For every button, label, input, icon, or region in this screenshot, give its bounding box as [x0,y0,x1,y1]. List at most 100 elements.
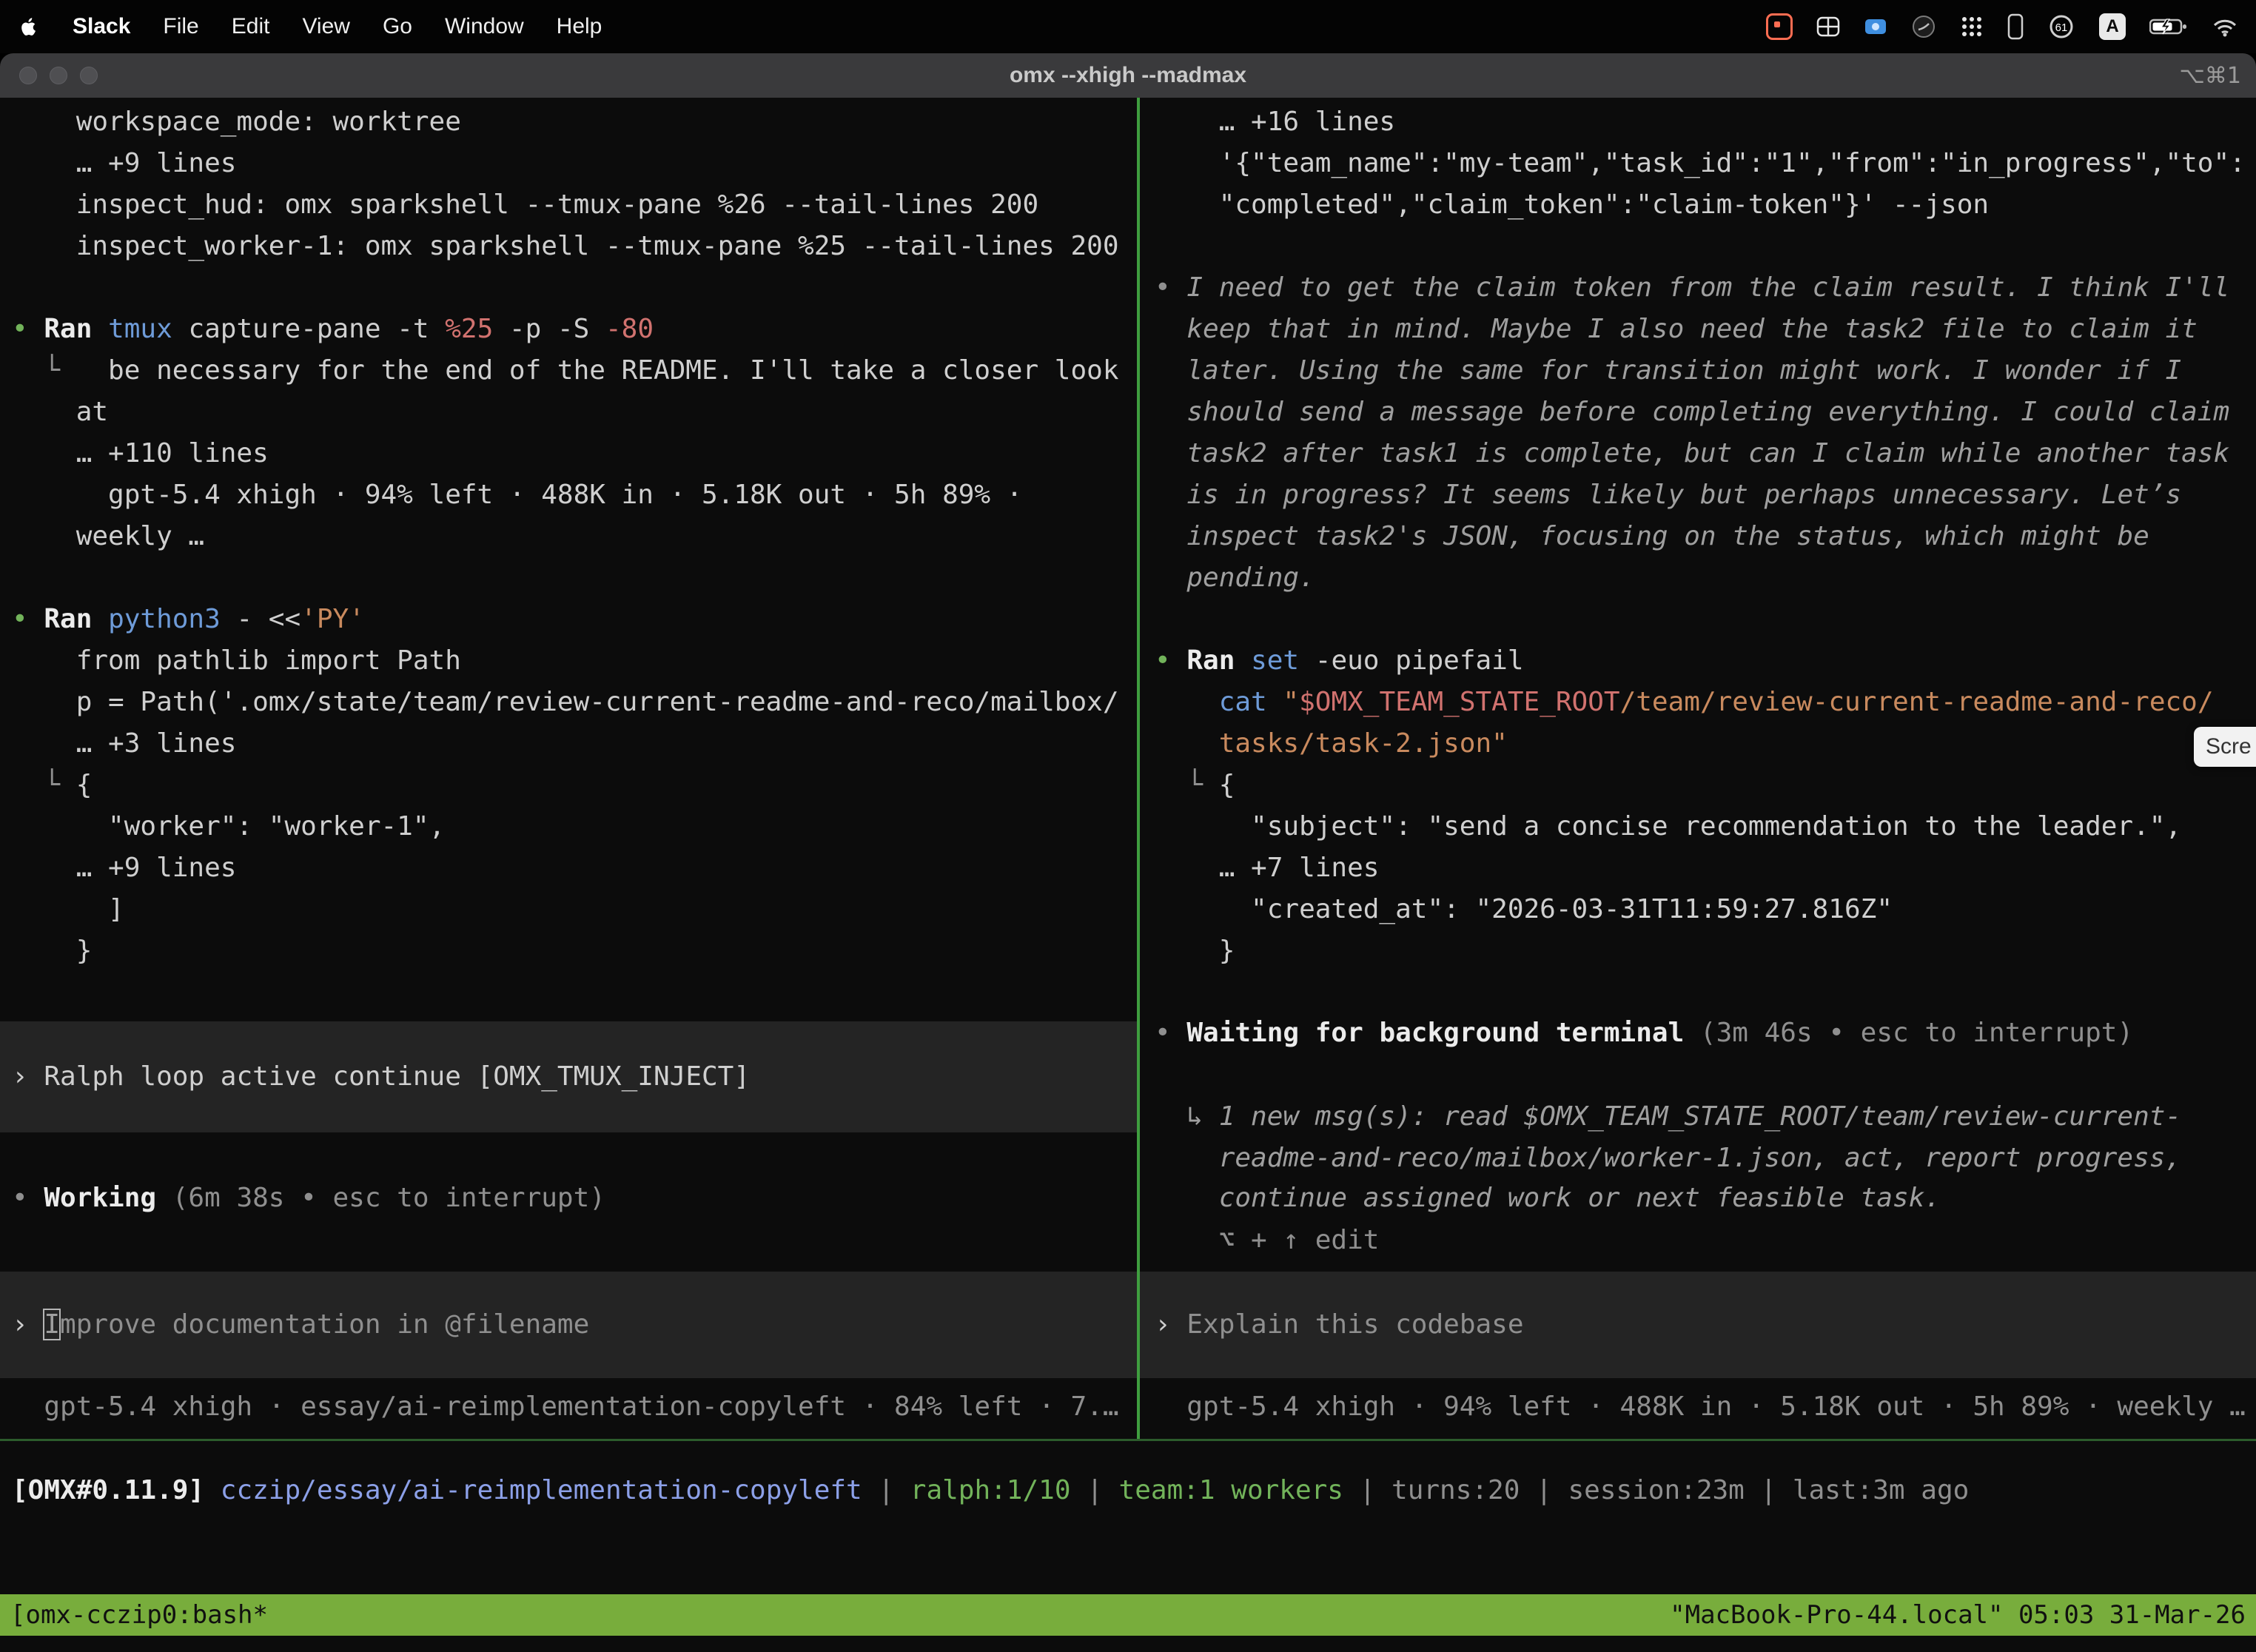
text-segment: later. Using the same for transition mig… [1186,355,2181,386]
minimize-button[interactable] [50,67,67,84]
battery-percent-label: 61 [2055,21,2068,34]
dark-app-icon[interactable] [1911,14,1936,39]
right-terminal-pane[interactable]: … +16 lines '{"team_name":"my-team","tas… [1140,98,2256,1439]
text-segment: ] [12,894,124,924]
text-segment: ralph:1/10 [910,1475,1071,1505]
text-segment: › [12,1061,44,1092]
battery-charging-icon[interactable] [2149,16,2188,37]
terminal-line: inspect_worker-1: omx sparkshell --tmux-… [0,226,1137,267]
text-segment: turns:20 [1391,1475,1520,1505]
terminal-line: pending. [1140,557,2256,599]
working-status-line: • Working (6m 38s • esc to interrupt) [0,1178,1137,1219]
text-segment: keep that in mind. Maybe I also need the… [1186,314,2197,344]
terminal-line: keep that in mind. Maybe I also need the… [1140,309,2256,350]
text-segment: last:3m ago [1793,1475,1969,1505]
close-button[interactable] [19,67,37,84]
terminal-line: … +9 lines [0,847,1137,889]
menu-item-go[interactable]: Go [383,14,412,39]
text-segment: I need to get the claim token from the c… [1186,272,2229,303]
text-segment: workspace_mode: worktree [12,107,461,137]
ralph-loop-text: › Ralph loop active continue [OMX_TMUX_I… [0,1056,1137,1098]
terminal-line: workspace_mode: worktree [0,101,1137,143]
active-app-name[interactable]: Slack [73,14,130,39]
terminal-line: from pathlib import Path [0,640,1137,682]
menu-item-help[interactable]: Help [557,14,602,39]
battery-ring-icon[interactable]: 61 [2047,13,2075,41]
text-segment: gpt-5.4 xhigh · 94% left · 488K in · 5.1… [1155,1391,2246,1422]
text-segment: team:1 workers [1119,1475,1343,1505]
terminal-line: └ be necessary for the end of the README… [0,350,1137,392]
text-segment: -p -S [493,314,605,344]
window-title-bar[interactable]: omx --xhigh --madmax ⌥⌘1 [0,53,2256,98]
text-segment: | [1071,1475,1119,1505]
input-source-icon[interactable]: A [2099,13,2126,40]
tmux-session-label: [omx-cczip0:bash* [10,1594,268,1636]
window-title: omx --xhigh --madmax [1010,63,1246,88]
terminal-line [1140,599,2256,640]
text-segment [1155,687,1219,717]
menu-item-view[interactable]: View [302,14,349,39]
menu-item-file[interactable]: File [163,14,198,39]
terminal-line: • Ran set -euo pipefail [1140,640,2256,682]
mailbox-message-line: readme-and-reco/mailbox/worker-1.json, a… [1140,1138,2256,1179]
text-segment: tasks/task-2.json" [1219,728,1508,759]
terminal-window: omx --xhigh --madmax ⌥⌘1 workspace_mode:… [0,53,2256,1652]
right-pane-status-line: gpt-5.4 xhigh · 94% left · 488K in · 5.1… [1140,1386,2256,1428]
text-segment: capture-pane -t [188,314,445,344]
terminal-line: … +9 lines [0,143,1137,184]
text-segment: Waiting for background terminal [1186,1018,1684,1048]
text-segment: … +110 lines [12,438,269,469]
mailbox-message-line: continue assigned work or next feasible … [1140,1178,2256,1219]
text-segment: task2 after task1 is complete, but can I… [1186,438,2229,469]
app-grid-icon[interactable] [1960,15,1984,38]
text-segment: set [1251,645,1315,676]
terminal-line: "worker": "worker-1", [0,806,1137,847]
right-prompt-input[interactable]: › Explain this codebase [1140,1272,2256,1378]
text-segment: -80 [605,314,654,344]
terminal-content: workspace_mode: worktree … +9 lines insp… [0,98,2256,1594]
text-segment: └ [12,355,108,386]
text-segment: -euo pipefail [1315,645,1524,676]
text-segment: I [44,1309,60,1340]
terminal-line: … +16 lines [1140,101,2256,143]
text-segment: • [1155,272,1186,303]
text-segment: at [12,397,108,427]
text-segment [1155,438,1186,469]
terminal-line: • Ran python3 - <<'PY' [0,599,1137,640]
screen-recording-stop-icon[interactable] [1766,13,1793,40]
text-segment: tmux [108,314,188,344]
text-segment: Working [44,1183,156,1213]
pane-bottom-border [0,1439,2256,1441]
terminal-line: task2 after task1 is complete, but can I… [1140,433,2256,474]
text-segment: › [1155,1309,1186,1340]
text-segment: is in progress? It seems likely but perh… [1186,480,2181,510]
terminal-line: tasks/task-2.json" [1140,723,2256,765]
apple-menu-icon[interactable] [18,16,40,38]
terminal-line: └ { [0,765,1137,806]
terminal-line: "created_at": "2026-03-31T11:59:27.816Z" [1140,889,2256,930]
text-segment: … +9 lines [12,853,236,883]
terminal-line: } [0,930,1137,972]
window-grid-icon[interactable] [1816,15,1840,38]
text-segment: • [1155,1018,1186,1048]
left-prompt-input[interactable]: › Improve documentation in @filename [0,1272,1137,1378]
menu-item-window[interactable]: Window [445,14,524,39]
screen-share-tooltip: Scre [2194,727,2256,767]
left-terminal-pane[interactable]: workspace_mode: worktree … +9 lines insp… [0,98,1137,1439]
text-segment: Ran [1186,645,1251,676]
menu-bar: Slack File Edit View Go Window Help 61 A [0,0,2256,53]
text-segment: • [12,314,44,344]
text-segment: %25 [445,314,493,344]
blue-app-icon[interactable] [1864,15,1887,38]
omx-session-status-line: [OMX#0.11.9] cczip/essay/ai-reimplementa… [0,1470,2256,1511]
terminal-line: p = Path('.omx/state/team/review-current… [0,682,1137,723]
terminal-line: is in progress? It seems likely but perh… [1140,474,2256,516]
wifi-icon[interactable] [2212,16,2238,38]
window-shortcut-hint: ⌥⌘1 [2179,63,2241,89]
menu-item-edit[interactable]: Edit [232,14,270,39]
text-segment: | [1520,1475,1568,1505]
terminal-line: "subject": "send a concise recommendatio… [1140,806,2256,847]
maximize-button[interactable] [80,67,98,84]
terminal-line: } [1140,930,2256,972]
phone-icon[interactable] [2007,13,2024,40]
